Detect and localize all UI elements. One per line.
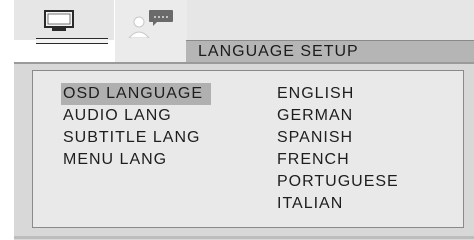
- tv-icon: [44, 10, 74, 31]
- option-english[interactable]: ENGLISH: [277, 83, 399, 105]
- language-option-list: ENGLISH GERMAN SPANISH FRENCH PORTUGUESE…: [277, 83, 399, 215]
- menu-item-menu-lang[interactable]: MENU LANG: [61, 149, 211, 171]
- settings-panel: OSD LANGUAGE AUDIO LANG SUBTITLE LANG ME…: [14, 62, 474, 240]
- option-portuguese[interactable]: PORTUGUESE: [277, 171, 399, 193]
- menu-item-audio-lang[interactable]: AUDIO LANG: [61, 105, 211, 127]
- panel-bottom-edge: [14, 236, 474, 239]
- option-italian[interactable]: ITALIAN: [277, 193, 399, 215]
- section-header: LANGUAGE SETUP: [186, 40, 474, 64]
- menu-item-subtitle-lang[interactable]: SUBTITLE LANG: [61, 127, 211, 149]
- menu-list: OSD LANGUAGE AUDIO LANG SUBTITLE LANG ME…: [61, 83, 212, 171]
- menu-item-osd-language[interactable]: OSD LANGUAGE: [61, 83, 212, 105]
- option-spanish[interactable]: SPANISH: [277, 127, 399, 149]
- language-setup-screen: LANGUAGE SETUP OSD LANGUAGE AUDIO LANG S…: [0, 0, 474, 240]
- tab-language-setup[interactable]: [114, 0, 187, 62]
- option-french[interactable]: FRENCH: [277, 149, 399, 171]
- tab-tv-setup[interactable]: [14, 0, 114, 44]
- page-title: LANGUAGE SETUP: [198, 43, 359, 60]
- tv-tab-underline: [36, 38, 108, 44]
- settings-panel-inner: OSD LANGUAGE AUDIO LANG SUBTITLE LANG ME…: [32, 70, 464, 228]
- option-german[interactable]: GERMAN: [277, 105, 399, 127]
- person-speech-icon: [128, 10, 173, 38]
